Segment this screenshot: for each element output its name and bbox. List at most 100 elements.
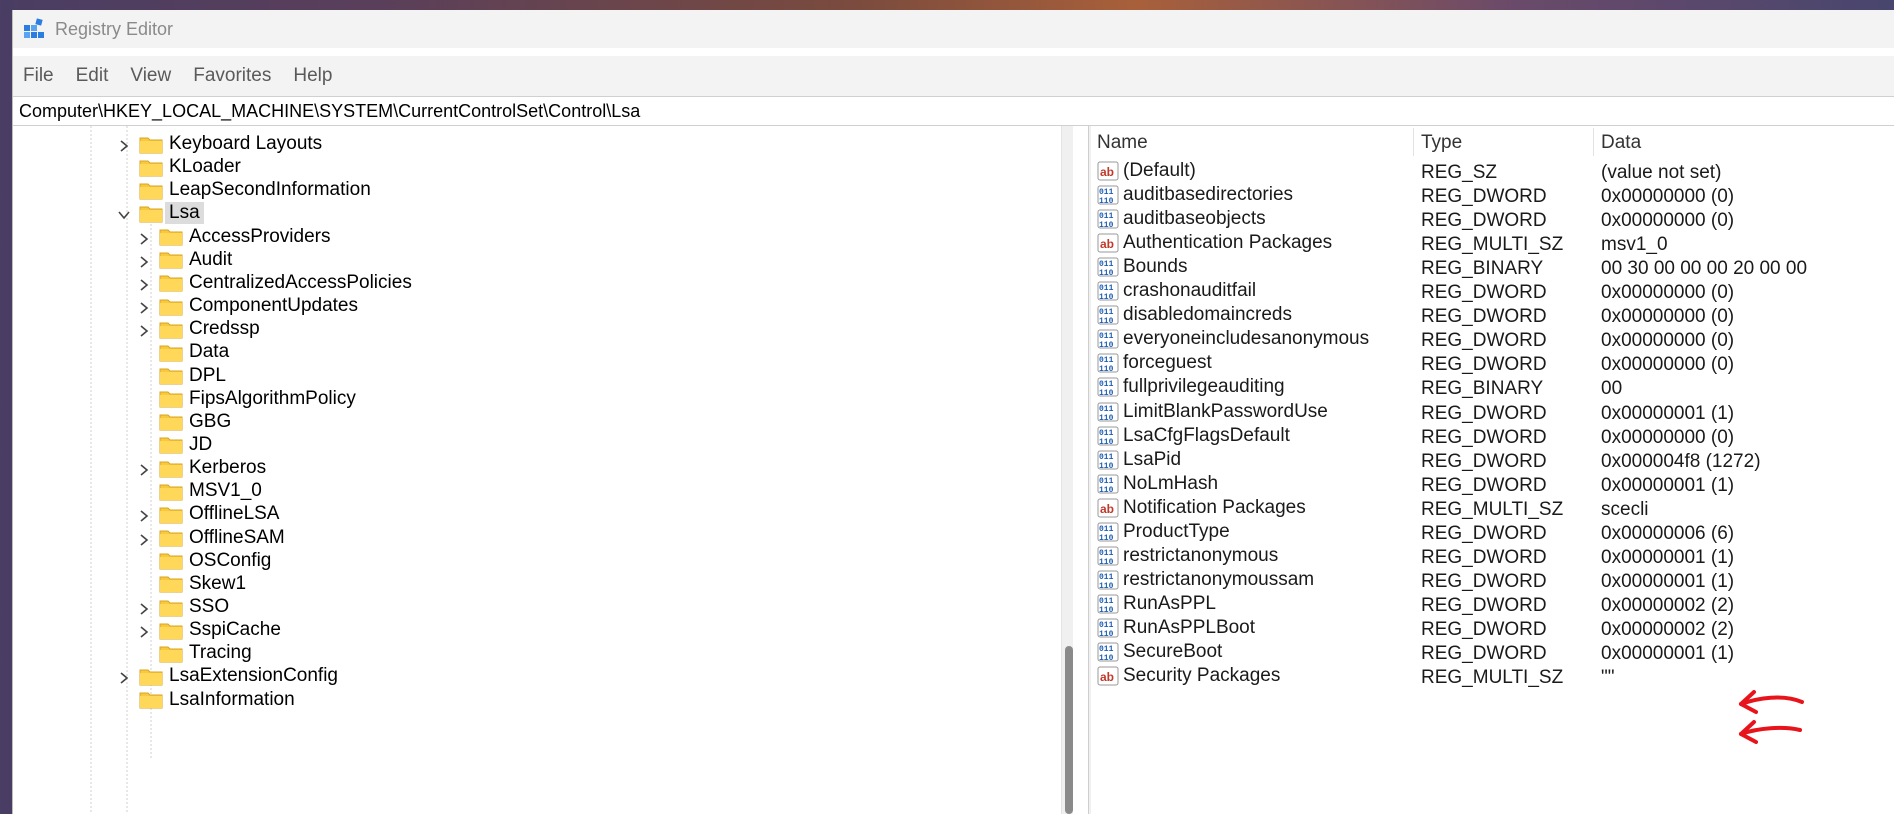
- value-name-cell: 011 110 LimitBlankPasswordUse: [1097, 401, 1328, 423]
- svg-text:110: 110: [1099, 293, 1114, 302]
- expand-chevron-icon[interactable]: [137, 461, 151, 476]
- tree-node-label: LsaInformation: [169, 688, 295, 710]
- collapse-chevron-icon[interactable]: [117, 206, 131, 220]
- value-name: LsaCfgFlagsDefault: [1123, 424, 1290, 446]
- tree-node-label: Data: [189, 341, 230, 363]
- folder-icon: [159, 412, 183, 431]
- svg-text:011: 011: [1099, 621, 1114, 630]
- svg-text:ab: ab: [1100, 237, 1114, 251]
- tree-scrollbar-thumb[interactable]: [1065, 646, 1073, 814]
- folder-icon: [159, 435, 183, 454]
- column-header-name[interactable]: Name: [1097, 132, 1148, 156]
- value-name: LsaPid: [1123, 448, 1182, 470]
- value-name: auditbasedirectories: [1123, 184, 1294, 206]
- binary-value-icon: 011 110: [1097, 328, 1119, 350]
- value-data: 0x00000000 (0): [1601, 354, 1735, 376]
- folder-icon: [159, 528, 183, 547]
- tree-node-label: CentralizedAccessPolicies: [189, 271, 412, 293]
- value-name: auditbaseobjects: [1123, 208, 1266, 230]
- svg-text:011: 011: [1099, 573, 1114, 582]
- value-data: 0x00000001 (1): [1601, 474, 1735, 496]
- value-name: restrictanonymous: [1123, 544, 1279, 566]
- value-data: 00: [1601, 378, 1623, 400]
- tree-node-label: OSConfig: [189, 549, 272, 571]
- value-name: RunAsPPLBoot: [1123, 616, 1256, 638]
- value-data: 0x00000001 (1): [1601, 643, 1735, 664]
- expand-chevron-icon[interactable]: [137, 507, 151, 523]
- menu-help[interactable]: Help: [282, 65, 343, 87]
- svg-text:ab: ab: [1100, 502, 1114, 516]
- value-name-cell: 011 110 LsaPid: [1097, 449, 1181, 471]
- key-tree-pane[interactable]: Keyboard Layouts KLoader LeapSecondInforma…: [13, 126, 1073, 814]
- svg-text:011: 011: [1099, 260, 1114, 269]
- no-chevron-spacer: [137, 646, 151, 660]
- binary-value-icon: 011 110: [1097, 280, 1119, 302]
- column-header-type[interactable]: Type: [1421, 132, 1462, 156]
- menu-edit[interactable]: Edit: [65, 65, 120, 87]
- menu-favorites[interactable]: Favorites: [182, 65, 282, 87]
- svg-text:110: 110: [1099, 630, 1114, 639]
- column-separator[interactable]: [1413, 128, 1414, 156]
- binary-value-icon: 011 110: [1097, 208, 1119, 230]
- address-bar[interactable]: Computer\HKEY_LOCAL_MACHINE\SYSTEM\Curre…: [13, 96, 1894, 126]
- column-separator[interactable]: [1593, 128, 1594, 156]
- binary-value-icon: 011 110: [1097, 521, 1119, 543]
- expand-chevron-icon[interactable]: [137, 600, 151, 615]
- tree-node-label: FipsAlgorithmPolicy: [189, 387, 356, 409]
- address-path[interactable]: Computer\HKEY_LOCAL_MACHINE\SYSTEM\Curre…: [13, 101, 640, 122]
- svg-text:110: 110: [1099, 414, 1114, 423]
- value-name: forceguest: [1123, 352, 1212, 374]
- binary-value-icon: 011 110: [1097, 473, 1119, 495]
- expand-chevron-icon[interactable]: [137, 531, 151, 546]
- svg-text:ab: ab: [1100, 670, 1114, 684]
- column-header-data[interactable]: Data: [1601, 132, 1641, 156]
- value-type: REG_DWORD: [1421, 474, 1547, 496]
- binary-value-icon: 011 110: [1097, 401, 1119, 423]
- value-name: everyoneincludesanonymous: [1123, 328, 1370, 350]
- svg-text:110: 110: [1099, 438, 1114, 447]
- svg-text:110: 110: [1099, 389, 1114, 398]
- binary-value-icon: 011 110: [1097, 641, 1119, 663]
- binary-value-icon: 011 110: [1097, 425, 1119, 447]
- menu-view[interactable]: View: [119, 65, 182, 87]
- value-name: restrictanonymoussam: [1123, 568, 1315, 590]
- value-data: 0x00000002 (2): [1601, 618, 1735, 640]
- svg-text:110: 110: [1099, 462, 1114, 471]
- value-name-cell: 011 110 auditbaseobjects: [1097, 208, 1266, 230]
- no-chevron-spacer: [137, 392, 151, 406]
- folder-icon: [159, 551, 183, 570]
- expand-chevron-icon[interactable]: [137, 276, 151, 291]
- expand-chevron-icon[interactable]: [137, 322, 151, 337]
- value-data: scecli: [1601, 498, 1649, 520]
- tree-node-label: LeapSecondInformation: [169, 179, 371, 201]
- no-chevron-spacer: [137, 415, 151, 429]
- tree-node[interactable]: LsaInformation: [117, 686, 295, 714]
- expand-chevron-icon[interactable]: [137, 253, 151, 268]
- tree-node-label: LsaExtensionConfig: [169, 665, 338, 687]
- expand-chevron-icon[interactable]: [117, 137, 131, 152]
- string-value-icon: ab: [1097, 160, 1119, 182]
- no-chevron-spacer: [137, 438, 151, 452]
- value-type: REG_SZ: [1421, 162, 1498, 183]
- menu-file[interactable]: File: [13, 65, 65, 87]
- window-title: Registry Editor: [55, 18, 174, 39]
- no-chevron-spacer: [137, 369, 151, 383]
- tree-node-label: OfflineLSA: [189, 503, 280, 525]
- value-name-cell: ab Security Packages: [1097, 665, 1280, 687]
- tree-scrollbar[interactable]: [1061, 126, 1073, 814]
- value-data: 00 30 00 00 00 20 00 00: [1601, 258, 1808, 280]
- expand-chevron-icon[interactable]: [137, 299, 151, 314]
- value-type: REG_DWORD: [1421, 426, 1547, 448]
- expand-chevron-icon[interactable]: [137, 230, 151, 245]
- expand-chevron-icon[interactable]: [117, 669, 131, 685]
- tree-node-label: Skew1: [189, 572, 247, 594]
- string-value-icon: ab: [1097, 232, 1119, 254]
- expand-chevron-icon[interactable]: [137, 623, 151, 638]
- title-bar[interactable]: Registry Editor: [13, 10, 1894, 48]
- binary-value-icon: 011 110: [1097, 184, 1119, 206]
- no-chevron-spacer: [117, 693, 131, 707]
- tree-node-label: SSO: [189, 596, 230, 617]
- value-name: SecureBoot: [1123, 641, 1223, 662]
- svg-text:011: 011: [1099, 429, 1114, 438]
- value-data: 0x00000001 (1): [1601, 402, 1735, 424]
